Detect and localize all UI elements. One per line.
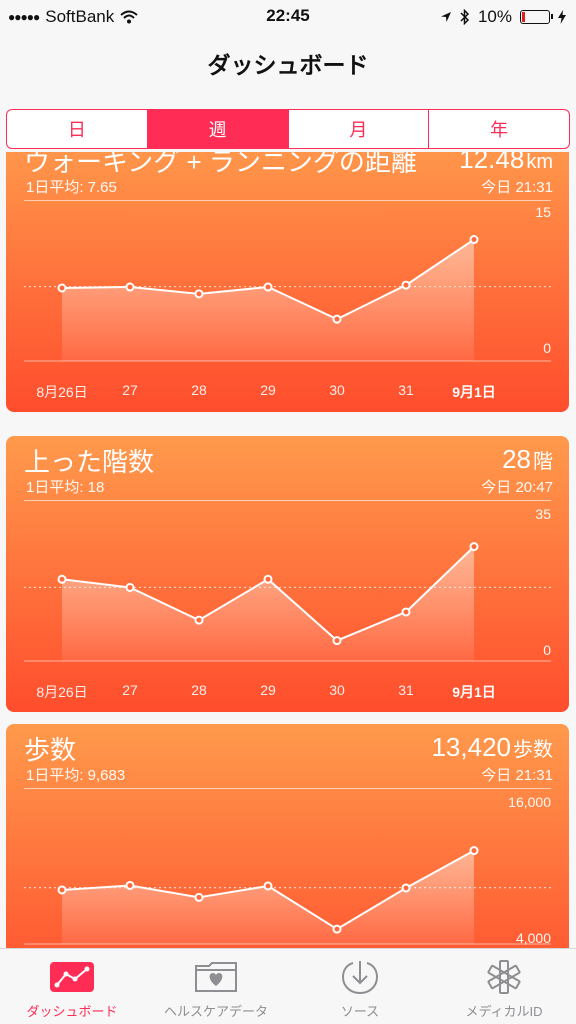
medical-id-icon <box>480 959 528 995</box>
tab-label: ソース <box>340 1004 380 1019</box>
data-point-5 <box>401 883 411 893</box>
x-axis-label: 27 <box>122 382 138 398</box>
data-point-4 <box>332 314 342 324</box>
x-axis-label: 29 <box>260 682 276 698</box>
distance-card[interactable]: ウォーキング + ランニングの距離 12.48 km 1日平均: 7.65 今日 … <box>6 152 569 412</box>
location-arrow-icon <box>440 12 451 22</box>
data-point-6 <box>469 235 479 245</box>
x-axis-label: 27 <box>122 682 138 698</box>
data-point-6 <box>469 542 479 552</box>
tab-label: ヘルスケアデータ <box>163 1004 268 1019</box>
tab-dashboard[interactable]: ダッシュボード <box>0 949 144 1024</box>
data-point-3 <box>263 574 273 584</box>
tab-health-data[interactable]: ヘルスケアデータ <box>144 949 288 1024</box>
data-point-3 <box>263 881 273 891</box>
x-axis-label: 8月26日 <box>36 384 88 400</box>
data-point-0 <box>57 283 67 293</box>
segment-week[interactable]: 週 <box>147 110 289 148</box>
x-axis-label: 31 <box>398 682 414 698</box>
data-point-3 <box>263 282 273 292</box>
period-segmented-control: 日 週 月 年 <box>6 109 570 149</box>
battery-level <box>522 12 525 22</box>
data-point-6 <box>469 846 479 856</box>
x-axis-label: 9月1日 <box>452 384 496 400</box>
x-axis-label: 30 <box>329 382 345 398</box>
page-title: ダッシュボード <box>207 52 369 78</box>
data-point-4 <box>332 636 342 646</box>
data-point-1 <box>125 582 135 592</box>
x-axis-label: 8月26日 <box>36 684 88 700</box>
x-axis-label: 30 <box>329 682 345 698</box>
data-point-2 <box>194 289 204 299</box>
tab-label: メディカルID <box>465 1004 543 1019</box>
charging-bolt-icon <box>558 10 566 24</box>
segment-year[interactable]: 年 <box>429 110 569 148</box>
steps-card[interactable]: 歩数 13,420 歩数 1日平均: 9,683 今日 21:31 16,000 … <box>6 724 569 948</box>
data-point-1 <box>125 282 135 292</box>
data-point-0 <box>57 885 67 895</box>
series-area <box>62 850 474 944</box>
floors-chart <box>24 542 551 662</box>
bluetooth-icon <box>460 9 470 25</box>
data-point-0 <box>57 574 67 584</box>
data-point-4 <box>332 924 342 934</box>
data-point-1 <box>125 880 135 890</box>
x-axis-label: 28 <box>191 682 207 698</box>
steps-chart <box>24 846 551 945</box>
x-axis-label: 9月1日 <box>452 684 496 700</box>
series-area <box>62 239 474 361</box>
distance-chart <box>24 235 551 362</box>
data-point-5 <box>401 607 411 617</box>
battery-icon <box>520 10 553 24</box>
sources-icon <box>336 959 384 995</box>
segment-day[interactable]: 日 <box>7 110 148 148</box>
tab-sources[interactable]: ソース <box>288 949 432 1024</box>
battery-percent: 10% <box>477 7 512 26</box>
status-bar: ●●●●● SoftBank 22:45 10% <box>0 0 576 36</box>
data-point-5 <box>401 280 411 290</box>
health-data-folder-icon <box>192 959 240 995</box>
segment-month[interactable]: 月 <box>289 110 430 148</box>
data-point-2 <box>194 892 204 902</box>
series-area <box>62 546 474 661</box>
tab-bar: ダッシュボード ヘルスケアデータ ソース メディカルID <box>0 948 576 1024</box>
x-axis-label: 29 <box>260 382 276 398</box>
tab-label: ダッシュボード <box>26 1004 118 1019</box>
x-axis-label: 31 <box>398 382 414 398</box>
x-axis-label: 28 <box>191 382 207 398</box>
dashboard-scroll[interactable]: ウォーキング + ランニングの距離 12.48 km 1日平均: 7.65 今日 … <box>0 152 576 948</box>
dashboard-icon <box>48 959 96 995</box>
status-right: 10% <box>440 7 566 27</box>
tab-medical-id[interactable]: メディカルID <box>432 949 576 1024</box>
floors-card[interactable]: 上った階数 28 階 1日平均: 18 今日 20:47 35 0 8月26日 27… <box>6 436 569 712</box>
data-point-2 <box>194 615 204 625</box>
